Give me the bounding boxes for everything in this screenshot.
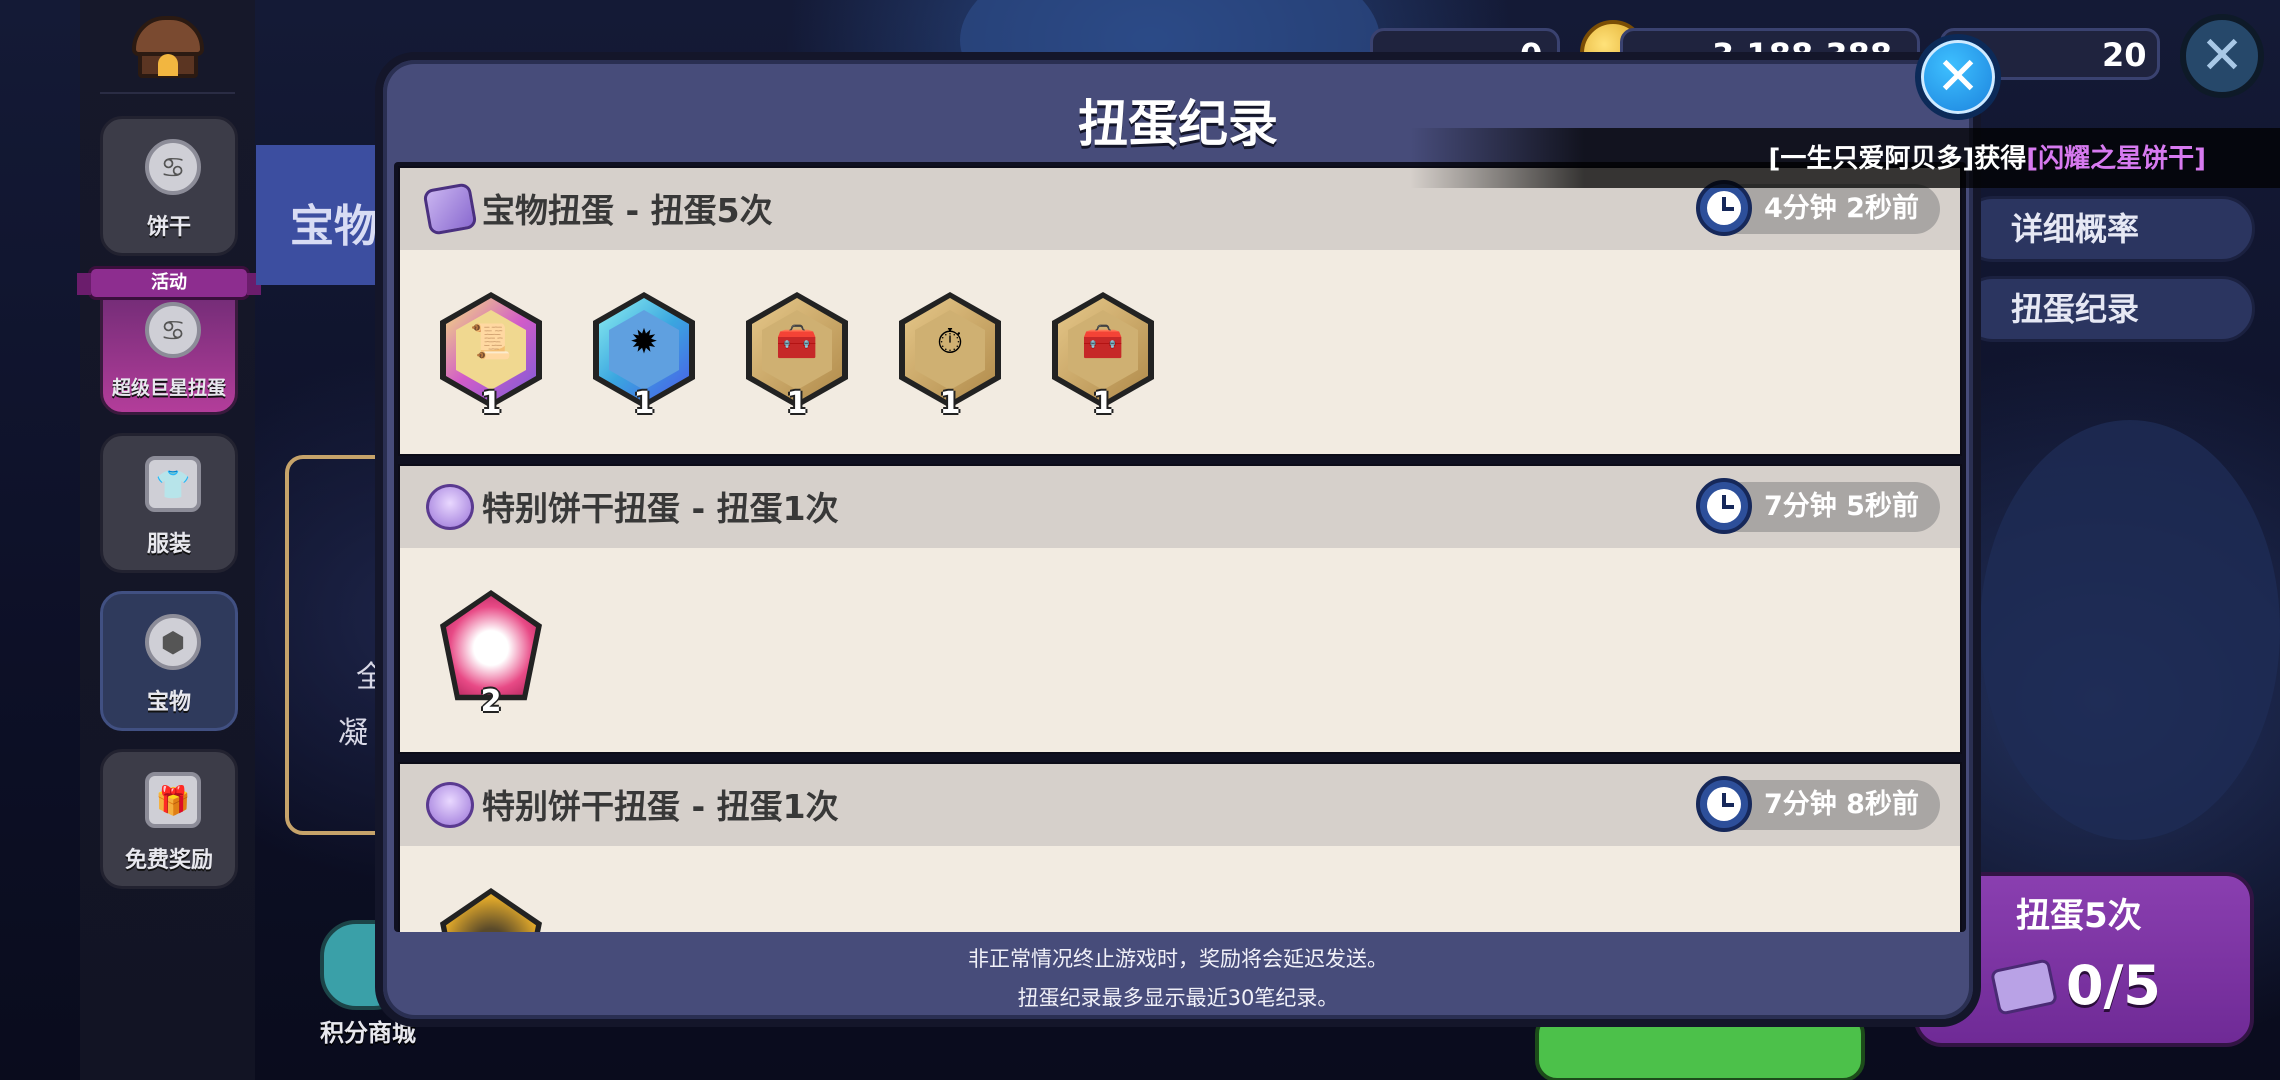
list-item: 宝物扭蛋 - 扭蛋5次 4分钟 2秒前 📜 1 ✹ 1 🧰 1 ⏱ 1 🧰 1 (398, 166, 1962, 456)
reward-items: 📜 1 ✹ 1 🧰 1 ⏱ 1 🧰 1 (440, 292, 1154, 421)
reward-item[interactable]: 📜 1 (440, 292, 542, 421)
reward-item[interactable] (440, 888, 542, 932)
sidebar-item-label: 超级巨星扭蛋 (111, 377, 226, 399)
detailed-rates-label: 详细概率 (2011, 210, 2140, 248)
reward-count: 1 (633, 386, 655, 421)
reward-count: 2 (480, 684, 502, 719)
chest-glyph: 🧰 (775, 322, 819, 362)
sidebar-item-costumes[interactable]: 👕 服装 (100, 433, 238, 573)
sidebar-item-label: 饼干 (146, 215, 191, 240)
gacha-history-button[interactable]: 扭蛋纪录 (1960, 276, 2255, 342)
sidebar-item-label: 服装 (146, 532, 191, 557)
record-time: 7分钟 5秒前 (1696, 478, 1940, 534)
dialog-footer-note: 非正常情况终止游戏时，奖励将会延迟发送。 (968, 947, 1388, 971)
record-time-text: 4分钟 2秒前 (1764, 193, 1919, 224)
clock-icon (1696, 478, 1752, 534)
sidebar-item-treasures[interactable]: ⬢ 宝物 (100, 591, 238, 731)
cookie-icon: ♋ (145, 139, 201, 195)
event-badge: 活动 (77, 266, 261, 300)
hexagon-icon: ⬢ (145, 614, 201, 670)
close-icon: ✕ (1936, 47, 1980, 107)
sidebar-item-label: 免费奖励 (124, 848, 213, 873)
record-time-text: 7分钟 8秒前 (1764, 789, 1919, 820)
home-button[interactable] (128, 12, 208, 82)
sidebar-item-free-rewards[interactable]: 🎁 免费奖励 (100, 749, 238, 889)
crystal-glyph: ✹ (629, 322, 659, 362)
currency-value: 20 (2102, 36, 2147, 74)
record-time: 7分钟 8秒前 (1696, 776, 1940, 832)
list-item: 特别饼干扭蛋 - 扭蛋1次 7分钟 8秒前 (398, 762, 1962, 932)
chest-glyph: 🧰 (1081, 322, 1125, 362)
record-time-text: 7分钟 5秒前 (1764, 491, 1919, 522)
record-header: 特别饼干扭蛋 - 扭蛋1次 7分钟 5秒前 (400, 466, 1960, 548)
gift-icon: 🎁 (145, 772, 201, 828)
reward-count: 1 (1092, 386, 1114, 421)
sidebar-divider (100, 92, 235, 94)
background-decoration (1980, 420, 2280, 840)
dialog-footer-note: 扭蛋纪录最多显示最近30笔纪录。 (1017, 986, 1339, 1010)
record-title: 特别饼干扭蛋 - 扭蛋1次 (482, 489, 839, 528)
list-item: 特别饼干扭蛋 - 扭蛋1次 7分钟 5秒前 2 (398, 464, 1962, 754)
announcement-reward: [闪耀之星饼干] (2026, 144, 2206, 174)
cookie-icon: ♋ (145, 302, 201, 358)
announcement-text: [一生只爱阿贝多]获得[闪耀之星饼干] (1768, 138, 2206, 175)
house-icon (132, 16, 204, 56)
announcement-player: [一生只爱阿贝多]获得 (1768, 144, 2027, 174)
reward-item[interactable]: ⏱ 1 (899, 292, 1001, 421)
watch-glyph: ⏱ (936, 322, 964, 362)
dialog-close-button[interactable]: ✕ (1915, 34, 2001, 120)
close-icon[interactable]: ✕ (2180, 14, 2264, 98)
reward-count: 1 (786, 386, 808, 421)
record-header: 特别饼干扭蛋 - 扭蛋1次 7分钟 8秒前 (400, 764, 1960, 846)
treasure-ticket-icon (422, 182, 478, 236)
record-title: 特别饼干扭蛋 - 扭蛋1次 (482, 787, 839, 826)
reward-items: 2 (440, 590, 542, 719)
sidebar-item-label: 宝物 (146, 690, 191, 715)
record-time: 4分钟 2秒前 (1696, 180, 1940, 236)
reward-count: 1 (939, 386, 961, 421)
record-list[interactable]: 宝物扭蛋 - 扭蛋5次 4分钟 2秒前 📜 1 ✹ 1 🧰 1 ⏱ 1 🧰 1 … (394, 162, 1966, 932)
background-text: 凝 (338, 716, 368, 751)
detailed-rates-button[interactable]: 详细概率 (1960, 196, 2255, 262)
record-title: 宝物扭蛋 - 扭蛋5次 (482, 191, 773, 230)
pull-count: 0/5 (2066, 954, 2161, 1017)
reward-count: 1 (480, 386, 502, 421)
reward-item[interactable]: 2 (440, 590, 542, 719)
gold-soulstone-icon (440, 888, 542, 932)
scroll-glyph: 📜 (469, 322, 513, 362)
cookie-gacha-icon (426, 782, 474, 828)
shirt-icon: 👕 (145, 456, 201, 512)
gacha-history-label: 扭蛋纪录 (2011, 290, 2140, 328)
reward-item[interactable]: 🧰 1 (1052, 292, 1154, 421)
background-banner-title: 宝物 (290, 201, 378, 252)
clock-icon (1696, 776, 1752, 832)
house-icon-door (158, 54, 178, 76)
clock-icon (1696, 180, 1752, 236)
sidebar-item-cookies[interactable]: ♋ 饼干 (100, 116, 238, 256)
reward-item[interactable]: 🧰 1 (746, 292, 848, 421)
reward-item[interactable]: ✹ 1 (593, 292, 695, 421)
reward-items (440, 888, 542, 932)
cookie-gacha-icon (426, 484, 474, 530)
pull-5-label: 扭蛋5次 (2016, 896, 2142, 936)
